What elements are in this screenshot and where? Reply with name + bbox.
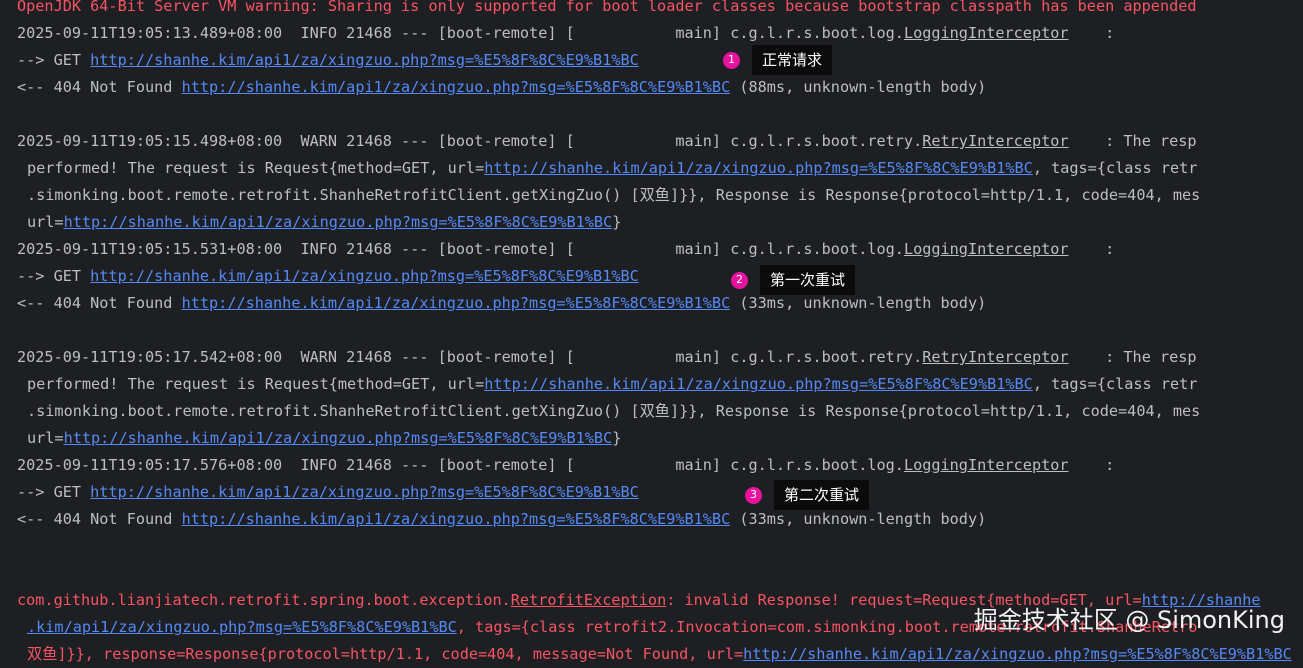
exception-prefix: com.github.lianjiatech.retrofit.spring.b…: [17, 591, 511, 609]
log-line-warn: 2025-09-11T19:05:15.498+08:00 WARN 21468…: [17, 128, 1197, 155]
annotation-second-retry: 3 第二次重试: [745, 480, 870, 510]
request-url-link[interactable]: http://shanhe.kim/api1/za/xingzuo.php?ms…: [64, 429, 613, 447]
annotation-number-badge: 2: [731, 271, 748, 289]
performed-suffix: , tags={class retr: [1032, 159, 1198, 177]
log-prefix: 2025-09-11T19:05:17.576+08:00 INFO 21468…: [17, 456, 904, 474]
exception-url-link[interactable]: http://shanhe.kim/api1/za/xingzuo.php?ms…: [743, 645, 1292, 663]
log-line-performed: performed! The request is Request{method…: [27, 371, 1197, 398]
url-suffix: }: [612, 213, 622, 231]
log-line-warn: 2025-09-11T19:05:17.542+08:00 WARN 21468…: [17, 344, 1197, 371]
class-link[interactable]: LoggingInterceptor: [904, 456, 1069, 474]
log-suffix: :: [1068, 456, 1115, 474]
log-line-get: --> GET http://shanhe.kim/api1/za/xingzu…: [17, 47, 639, 74]
exception-line: 双鱼]}}, response=Response{protocol=http/1…: [27, 641, 1292, 668]
get-prefix: --> GET: [17, 51, 91, 69]
request-url-link[interactable]: http://shanhe.kim/api1/za/xingzuo.php?ms…: [484, 159, 1033, 177]
resp-suffix: (88ms, unknown-length body): [730, 78, 987, 96]
log-suffix: :: [1068, 240, 1115, 258]
log-prefix: 2025-09-11T19:05:17.542+08:00 WARN 21468…: [17, 348, 923, 366]
annotation-label: 第二次重试: [774, 480, 870, 510]
watermark: 掘金技术社区 @ SimonKing: [973, 606, 1285, 634]
class-link[interactable]: RetryInterceptor: [922, 132, 1068, 150]
request-url-link[interactable]: http://shanhe.kim/api1/za/xingzuo.php?ms…: [90, 483, 639, 501]
response-url-link[interactable]: http://shanhe.kim/api1/za/xingzuo.php?ms…: [182, 510, 731, 528]
request-url-link[interactable]: http://shanhe.kim/api1/za/xingzuo.php?ms…: [90, 267, 639, 285]
performed-suffix: , tags={class retr: [1032, 375, 1198, 393]
class-link[interactable]: RetryInterceptor: [922, 348, 1068, 366]
annotation-number-badge: 1: [723, 51, 740, 69]
get-prefix: --> GET: [17, 267, 91, 285]
log-line-info: 2025-09-11T19:05:15.531+08:00 INFO 21468…: [17, 236, 1114, 263]
class-link[interactable]: LoggingInterceptor: [904, 240, 1069, 258]
log-suffix: : The resp: [1068, 348, 1197, 366]
exception-response: 双鱼]}}, response=Response{protocol=http/1…: [27, 645, 744, 663]
exception-url-link[interactable]: .kim/api1/za/xingzuo.php?msg=%E5%8F%8C%E…: [27, 618, 457, 636]
response-url-link[interactable]: http://shanhe.kim/api1/za/xingzuo.php?ms…: [182, 78, 731, 96]
request-url-link[interactable]: http://shanhe.kim/api1/za/xingzuo.php?ms…: [484, 375, 1033, 393]
log-prefix: 2025-09-11T19:05:13.489+08:00 INFO 21468…: [17, 24, 904, 42]
resp-suffix: (33ms, unknown-length body): [730, 294, 987, 312]
log-line-url: url=http://shanhe.kim/api1/za/xingzuo.ph…: [27, 209, 621, 236]
log-suffix: :: [1068, 24, 1115, 42]
log-line-info: 2025-09-11T19:05:17.576+08:00 INFO 21468…: [17, 452, 1114, 479]
log-line-get: --> GET http://shanhe.kim/api1/za/xingzu…: [17, 479, 639, 506]
log-line-url: url=http://shanhe.kim/api1/za/xingzuo.ph…: [27, 425, 621, 452]
exception-class-link[interactable]: RetrofitException: [511, 591, 666, 609]
annotation-normal-request: 1 正常请求: [723, 45, 833, 75]
annotation-first-retry: 2 第一次重试: [731, 265, 856, 295]
annotation-label: 正常请求: [752, 45, 833, 75]
resp-prefix: <-- 404 Not Found: [17, 294, 182, 312]
url-prefix: url=: [27, 213, 64, 231]
response-url-link[interactable]: http://shanhe.kim/api1/za/xingzuo.php?ms…: [182, 294, 731, 312]
get-prefix: --> GET: [17, 483, 91, 501]
request-url-link[interactable]: http://shanhe.kim/api1/za/xingzuo.php?ms…: [90, 51, 639, 69]
log-line-client: .simonking.boot.remote.retrofit.ShanheRe…: [27, 402, 1201, 420]
performed-prefix: performed! The request is Request{method…: [27, 375, 485, 393]
console-output[interactable]: OpenJDK 64-Bit Server VM warning: Sharin…: [0, 0, 1303, 663]
annotation-label: 第一次重试: [760, 265, 856, 295]
url-prefix: url=: [27, 429, 64, 447]
class-link[interactable]: LoggingInterceptor: [904, 24, 1069, 42]
log-line-response: <-- 404 Not Found http://shanhe.kim/api1…: [17, 506, 986, 533]
performed-prefix: performed! The request is Request{method…: [27, 159, 485, 177]
log-line-response: <-- 404 Not Found http://shanhe.kim/api1…: [17, 74, 986, 101]
resp-suffix: (33ms, unknown-length body): [730, 510, 987, 528]
log-line-performed: performed! The request is Request{method…: [27, 155, 1197, 182]
request-url-link[interactable]: http://shanhe.kim/api1/za/xingzuo.php?ms…: [64, 213, 613, 231]
log-line-client: .simonking.boot.remote.retrofit.ShanheRe…: [27, 186, 1201, 204]
log-suffix: : The resp: [1068, 132, 1197, 150]
resp-prefix: <-- 404 Not Found: [17, 510, 182, 528]
log-line-get: --> GET http://shanhe.kim/api1/za/xingzu…: [17, 263, 639, 290]
log-prefix: 2025-09-11T19:05:15.498+08:00 WARN 21468…: [17, 132, 923, 150]
url-suffix: }: [612, 429, 622, 447]
annotation-number-badge: 3: [745, 486, 762, 504]
log-line-info: 2025-09-11T19:05:13.489+08:00 INFO 21468…: [17, 20, 1114, 47]
resp-prefix: <-- 404 Not Found: [17, 78, 182, 96]
log-prefix: 2025-09-11T19:05:15.531+08:00 INFO 21468…: [17, 240, 904, 258]
jvm-warning-line: OpenJDK 64-Bit Server VM warning: Sharin…: [17, 0, 1197, 15]
